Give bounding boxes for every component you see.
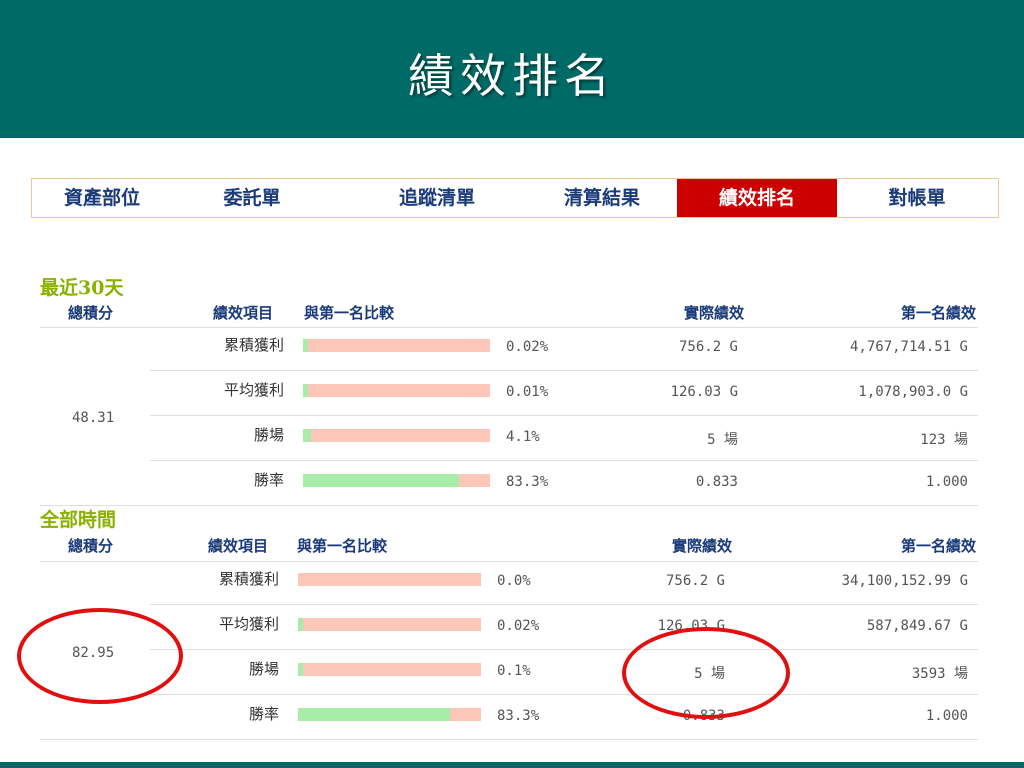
comparison-bar-fill bbox=[298, 663, 303, 676]
actual-value: 0.833 bbox=[695, 474, 738, 490]
total-score-value: 48.31 bbox=[72, 410, 115, 426]
tab-orders[interactable]: 委託單 bbox=[197, 179, 307, 217]
first-place-value: 3593 場 bbox=[911, 666, 968, 682]
col-compare: 與第一名比較 bbox=[304, 304, 395, 322]
actual-value: 756.2 G bbox=[665, 573, 725, 589]
col-item: 績效項目 bbox=[213, 304, 274, 322]
comparison-bar bbox=[298, 708, 481, 721]
comparison-bar-fill bbox=[303, 474, 459, 487]
actual-value: 756.2 G bbox=[678, 339, 738, 355]
row-divider bbox=[150, 649, 978, 650]
comparison-bar bbox=[303, 474, 490, 487]
metric-label: 勝率 bbox=[253, 471, 284, 489]
tab-performance-ranking[interactable]: 績效排名 bbox=[677, 179, 837, 217]
col-actual: 實際績效 bbox=[671, 537, 732, 555]
slide-header: 績效排名 bbox=[0, 0, 1024, 138]
comparison-bar bbox=[298, 663, 481, 676]
col-actual: 實際績效 bbox=[683, 304, 744, 322]
col-compare: 與第一名比較 bbox=[297, 537, 388, 555]
comparison-bar-fill bbox=[303, 384, 308, 397]
comparison-bar bbox=[298, 618, 481, 631]
col-first: 第一名績效 bbox=[900, 537, 976, 555]
comparison-percent: 0.02% bbox=[506, 339, 549, 355]
metric-label: 勝場 bbox=[253, 426, 284, 444]
row-divider bbox=[150, 370, 978, 371]
comparison-percent: 0.0% bbox=[497, 573, 531, 589]
comparison-bar-fill bbox=[298, 708, 451, 721]
metric-label: 累積獲利 bbox=[218, 570, 279, 588]
comparison-percent: 83.3% bbox=[506, 474, 549, 490]
page-title: 績效排名 bbox=[408, 49, 616, 103]
tab-settlement[interactable]: 清算結果 bbox=[527, 179, 677, 217]
comparison-bar bbox=[303, 429, 490, 442]
comparison-bar bbox=[303, 339, 490, 352]
col-first: 第一名績效 bbox=[900, 304, 976, 322]
nav-tabs: 資產部位 委託單 追蹤清單 清算結果 績效排名 對帳單 bbox=[31, 178, 999, 218]
row-divider bbox=[150, 604, 978, 605]
highlight-circle-wins bbox=[622, 627, 790, 719]
row-divider bbox=[40, 739, 978, 740]
first-place-value: 1,078,903.0 G bbox=[858, 384, 968, 400]
row-divider bbox=[150, 460, 978, 461]
row-divider bbox=[150, 415, 978, 416]
metric-label: 平均獲利 bbox=[223, 381, 284, 399]
col-item: 績效項目 bbox=[208, 537, 269, 555]
first-place-value: 123 場 bbox=[920, 432, 968, 448]
comparison-percent: 0.1% bbox=[497, 663, 531, 679]
actual-value: 126.03 G bbox=[670, 384, 738, 400]
first-place-value: 587,849.67 G bbox=[866, 618, 968, 634]
col-total-score: 總積分 bbox=[68, 537, 114, 555]
metric-label: 累積獲利 bbox=[223, 336, 284, 354]
footer-bar bbox=[0, 762, 1024, 768]
first-place-value: 1.000 bbox=[925, 474, 968, 490]
section-label-alltime: 全部時間 bbox=[40, 509, 117, 531]
tab-assets[interactable]: 資產部位 bbox=[32, 179, 172, 217]
comparison-percent: 4.1% bbox=[506, 429, 540, 445]
row-divider bbox=[150, 694, 978, 695]
comparison-bar-fill bbox=[303, 339, 308, 352]
col-total-score: 總積分 bbox=[68, 304, 114, 322]
metric-label: 勝率 bbox=[248, 705, 279, 723]
first-place-value: 1.000 bbox=[925, 708, 968, 724]
tab-statement[interactable]: 對帳單 bbox=[852, 179, 982, 217]
comparison-bar bbox=[298, 573, 481, 586]
highlight-circle-score bbox=[17, 608, 183, 704]
section-label-30days: 最近30天 bbox=[40, 277, 124, 299]
row-divider bbox=[40, 561, 978, 562]
comparison-bar-fill bbox=[303, 429, 311, 442]
comparison-percent: 83.3% bbox=[497, 708, 540, 724]
row-divider bbox=[40, 505, 978, 506]
comparison-bar-fill bbox=[298, 618, 303, 631]
first-place-value: 4,767,714.51 G bbox=[849, 339, 968, 355]
row-divider bbox=[40, 327, 978, 328]
actual-value: 5 場 bbox=[707, 432, 738, 448]
comparison-bar bbox=[303, 384, 490, 397]
first-place-value: 34,100,152.99 G bbox=[841, 573, 968, 589]
comparison-percent: 0.01% bbox=[506, 384, 549, 400]
metric-label: 勝場 bbox=[248, 660, 279, 678]
tab-watchlist[interactable]: 追蹤清單 bbox=[372, 179, 502, 217]
comparison-percent: 0.02% bbox=[497, 618, 540, 634]
metric-label: 平均獲利 bbox=[218, 615, 279, 633]
